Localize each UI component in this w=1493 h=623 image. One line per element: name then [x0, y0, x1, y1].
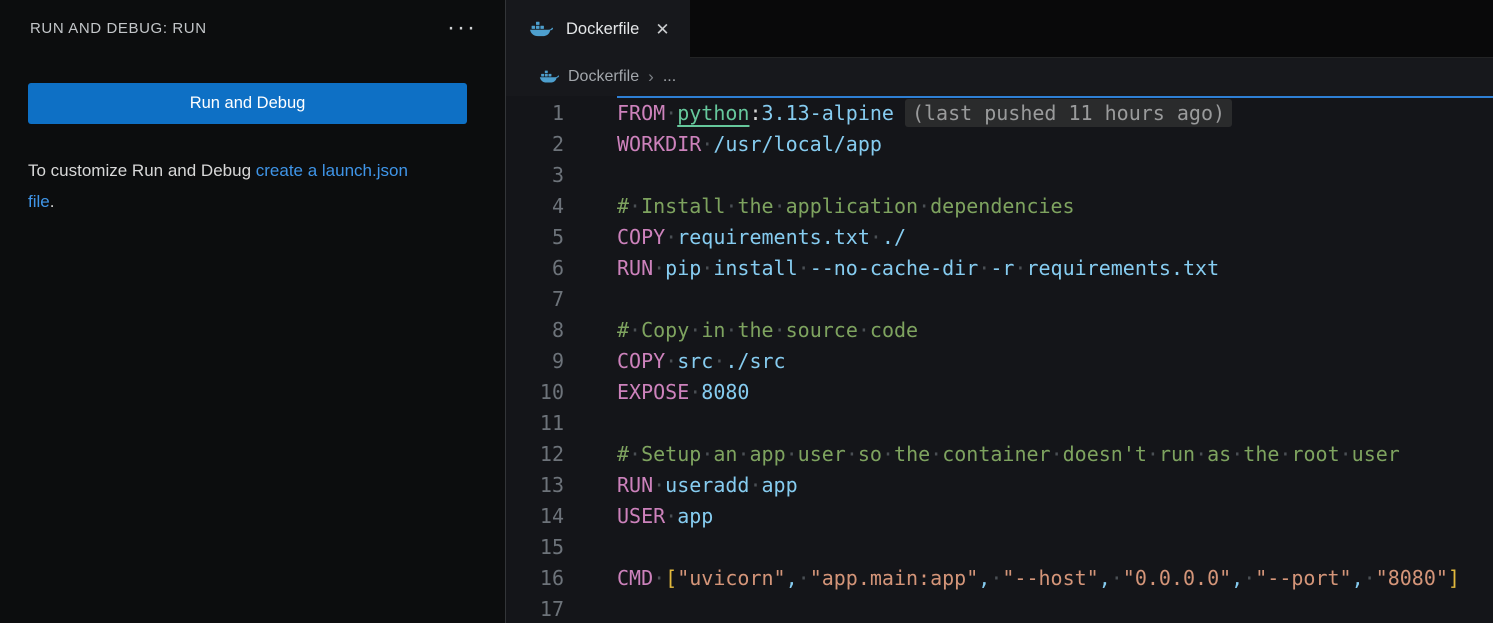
hint-text-after: . — [50, 192, 55, 211]
code-line-content: RUN·pip·install·--no-cache-dir·-r·requir… — [564, 253, 1219, 284]
sidebar-header: RUN AND DEBUG: RUN ··· — [0, 0, 505, 56]
code-line-content: COPY·src·./src — [564, 346, 786, 377]
code-line-content — [564, 408, 617, 439]
line-number[interactable]: 12 — [506, 439, 564, 470]
line-number[interactable]: 7 — [506, 284, 564, 315]
line-number[interactable]: 1 — [506, 98, 564, 129]
code-line[interactable]: 3 — [506, 160, 1493, 191]
tab-dockerfile[interactable]: Dockerfile ✕ — [506, 0, 690, 58]
code-line-content: COPY·requirements.txt·./ — [564, 222, 906, 253]
line-number[interactable]: 9 — [506, 346, 564, 377]
code-line[interactable]: 10EXPOSE·8080 — [506, 377, 1493, 408]
hint-text-before: To customize Run and Debug — [28, 161, 256, 180]
line-number[interactable]: 4 — [506, 191, 564, 222]
docker-whale-icon — [529, 20, 553, 39]
line-number[interactable]: 10 — [506, 377, 564, 408]
tab-label: Dockerfile — [566, 20, 639, 39]
code-line-content: USER·app — [564, 501, 713, 532]
docker-whale-icon — [539, 69, 559, 85]
sidebar-title: RUN AND DEBUG: RUN — [30, 20, 207, 37]
line-number[interactable]: 6 — [506, 253, 564, 284]
code-line[interactable]: 6RUN·pip·install·--no-cache-dir·-r·requi… — [506, 253, 1493, 284]
line-number[interactable]: 15 — [506, 532, 564, 563]
code-line[interactable]: 2WORKDIR·/usr/local/app — [506, 129, 1493, 160]
code-line[interactable]: 9COPY·src·./src — [506, 346, 1493, 377]
line-number[interactable]: 8 — [506, 315, 564, 346]
run-debug-sidebar: RUN AND DEBUG: RUN ··· Run and Debug To … — [0, 0, 506, 623]
code-line-content: EXPOSE·8080 — [564, 377, 749, 408]
code-line-content: #·Setup·an·app·user·so·the·container·doe… — [564, 439, 1400, 470]
breadcrumb-file[interactable]: Dockerfile — [568, 68, 639, 86]
chevron-right-icon: › — [648, 67, 654, 87]
code-line[interactable]: 12#·Setup·an·app·user·so·the·container·d… — [506, 439, 1493, 470]
code-line[interactable]: 13RUN·useradd·app — [506, 470, 1493, 501]
customize-hint-text: To customize Run and Debug create a laun… — [28, 155, 426, 217]
code-line-content: #·Copy·in·the·source·code — [564, 315, 918, 346]
editor-top-decoration — [617, 96, 1493, 98]
code-line-content — [564, 594, 617, 623]
line-number[interactable]: 16 — [506, 563, 564, 594]
run-and-debug-button[interactable]: Run and Debug — [28, 83, 467, 124]
close-icon[interactable]: ✕ — [652, 19, 672, 40]
breadcrumb-symbol-ellipsis[interactable]: ... — [663, 68, 676, 86]
code-line[interactable]: 17 — [506, 594, 1493, 623]
code-line[interactable]: 16CMD·["uvicorn",·"app.main:app",·"--hos… — [506, 563, 1493, 594]
code-line[interactable]: 8#·Copy·in·the·source·code — [506, 315, 1493, 346]
more-actions-icon[interactable]: ··· — [441, 16, 483, 40]
editor-group: Dockerfile ✕ Dockerfile › ... 1FROM·pyth… — [506, 0, 1493, 623]
code-line-content: RUN·useradd·app — [564, 470, 798, 501]
code-lines: 1FROM·python:3.13-alpine(last pushed 11 … — [506, 96, 1493, 623]
line-number[interactable]: 11 — [506, 408, 564, 439]
code-line[interactable]: 15 — [506, 532, 1493, 563]
code-line-content — [564, 532, 617, 563]
code-line-content — [564, 160, 617, 191]
line-number[interactable]: 14 — [506, 501, 564, 532]
code-line-content: CMD·["uvicorn",·"app.main:app",·"--host"… — [564, 563, 1460, 594]
code-line-content: FROM·python:3.13-alpine(last pushed 11 h… — [564, 98, 1232, 129]
code-line-content: #·Install·the·application·dependencies — [564, 191, 1075, 222]
python-image-link[interactable]: python — [677, 101, 749, 125]
line-number[interactable]: 13 — [506, 470, 564, 501]
code-line[interactable]: 7 — [506, 284, 1493, 315]
image-pushed-inline-hint: (last pushed 11 hours ago) — [905, 99, 1232, 127]
code-editor[interactable]: 1FROM·python:3.13-alpine(last pushed 11 … — [506, 96, 1493, 623]
code-line-content — [564, 284, 617, 315]
code-line[interactable]: 14USER·app — [506, 501, 1493, 532]
code-line-content: WORKDIR·/usr/local/app — [564, 129, 882, 160]
code-line[interactable]: 5COPY·requirements.txt·./ — [506, 222, 1493, 253]
code-line[interactable]: 11 — [506, 408, 1493, 439]
breadcrumb: Dockerfile › ... — [506, 58, 1493, 96]
line-number[interactable]: 3 — [506, 160, 564, 191]
line-number[interactable]: 17 — [506, 594, 564, 623]
line-number[interactable]: 5 — [506, 222, 564, 253]
code-line[interactable]: 1FROM·python:3.13-alpine(last pushed 11 … — [506, 98, 1493, 129]
code-line[interactable]: 4#·Install·the·application·dependencies — [506, 191, 1493, 222]
vscode-window: RUN AND DEBUG: RUN ··· Run and Debug To … — [0, 0, 1493, 623]
editor-tab-bar: Dockerfile ✕ — [506, 0, 1493, 58]
line-number[interactable]: 2 — [506, 129, 564, 160]
